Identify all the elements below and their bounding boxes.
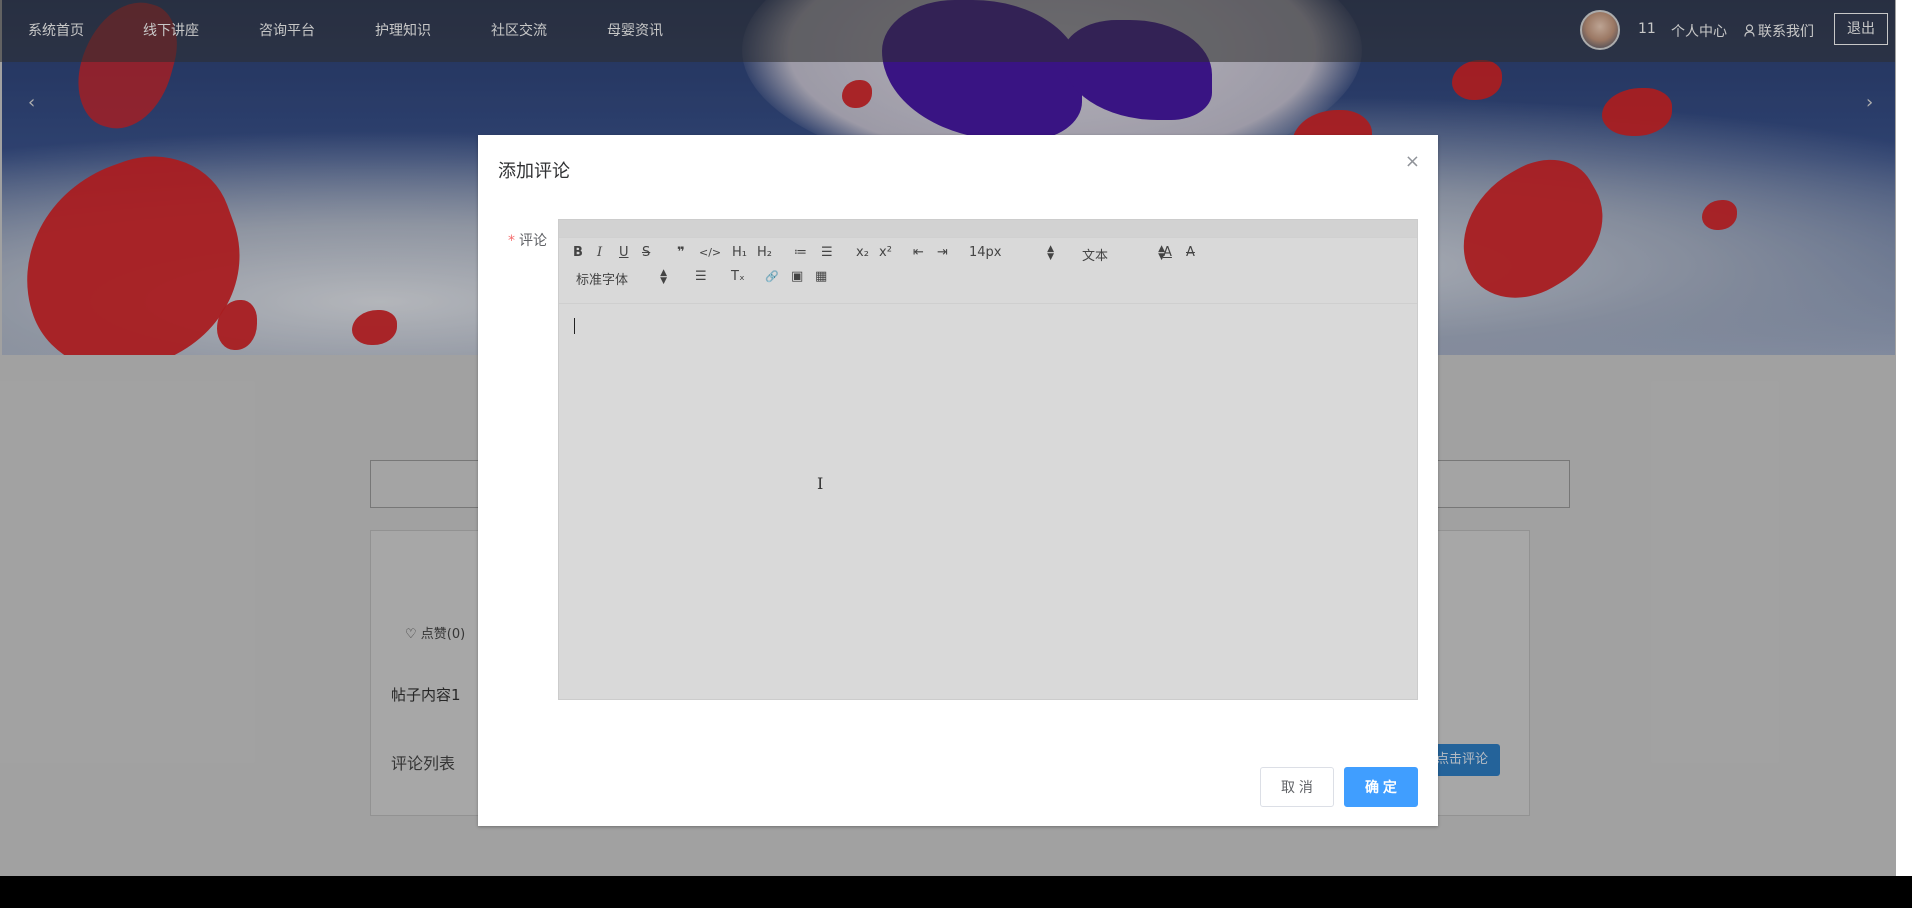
align-icon[interactable]: ☰ xyxy=(695,269,707,285)
comment-field-label: * 评论 xyxy=(508,230,547,250)
code-block-icon[interactable]: </> xyxy=(699,245,721,261)
outdent-icon[interactable]: ⇤ xyxy=(913,245,924,261)
rich-text-editor: B I U S ❞ </> H₁ H₂ ≔ ☰ x₂ x² ⇤ ⇥ 14px ▲ ▼… xyxy=(558,219,1418,700)
clear-format-icon[interactable]: Tₓ xyxy=(731,269,745,285)
comment-label-text: 评论 xyxy=(519,233,547,249)
add-comment-dialog: 添加评论 × * 评论 B I U S ❞ </> H₁ H₂ ≔ ☰ x₂ x²… xyxy=(478,135,1438,826)
editor-top-strip xyxy=(559,220,1417,238)
page-edge xyxy=(1896,0,1912,876)
i-beam-cursor-icon: I xyxy=(817,474,824,493)
header-2-icon[interactable]: H₂ xyxy=(757,245,772,261)
font-size-select[interactable]: 14px ▲ ▼ xyxy=(969,244,1054,262)
blockquote-icon[interactable]: ❞ xyxy=(677,245,685,261)
underline-icon[interactable]: U xyxy=(619,245,629,261)
bold-icon[interactable]: B xyxy=(573,245,583,261)
strikethrough-icon[interactable]: S xyxy=(642,245,650,261)
close-icon[interactable]: × xyxy=(1405,153,1420,171)
editor-content-area[interactable]: I xyxy=(559,304,1417,699)
select-caret-icon: ▲ ▼ xyxy=(1047,244,1054,262)
bullet-list-icon[interactable]: ☰ xyxy=(821,245,833,261)
font-family-select[interactable]: 标准字体 ▲ ▼ xyxy=(576,268,667,289)
font-family-value: 标准字体 xyxy=(576,273,629,288)
indent-icon[interactable]: ⇥ xyxy=(937,245,948,261)
ordered-list-icon[interactable]: ≔ xyxy=(794,245,807,261)
image-icon[interactable]: ▣ xyxy=(791,269,803,285)
editor-toolbar: B I U S ❞ </> H₁ H₂ ≔ ☰ x₂ x² ⇤ ⇥ 14px ▲ ▼… xyxy=(559,238,1417,304)
link-icon[interactable]: 🔗 xyxy=(765,269,779,285)
dialog-title: 添加评论 xyxy=(498,161,570,182)
confirm-button[interactable]: 确 定 xyxy=(1344,767,1418,807)
video-icon[interactable]: ▦ xyxy=(815,269,827,285)
header-1-icon[interactable]: H₁ xyxy=(732,245,747,261)
page-footer-bar xyxy=(0,876,1912,908)
header-value: 文本 xyxy=(1082,249,1109,264)
cancel-button[interactable]: 取 消 xyxy=(1260,767,1334,807)
required-asterisk: * xyxy=(508,233,515,249)
superscript-icon[interactable]: x² xyxy=(879,245,892,261)
subscript-icon[interactable]: x₂ xyxy=(856,245,869,261)
header-select[interactable]: 文本 ▲ ▼ xyxy=(1082,245,1165,265)
select-caret-icon: ▲ ▼ xyxy=(660,268,667,286)
text-color-icon[interactable]: A xyxy=(1163,245,1172,261)
font-size-value: 14px xyxy=(969,245,1002,260)
background-color-icon[interactable]: A xyxy=(1186,245,1195,261)
italic-icon[interactable]: I xyxy=(597,245,602,261)
text-cursor xyxy=(574,318,575,334)
